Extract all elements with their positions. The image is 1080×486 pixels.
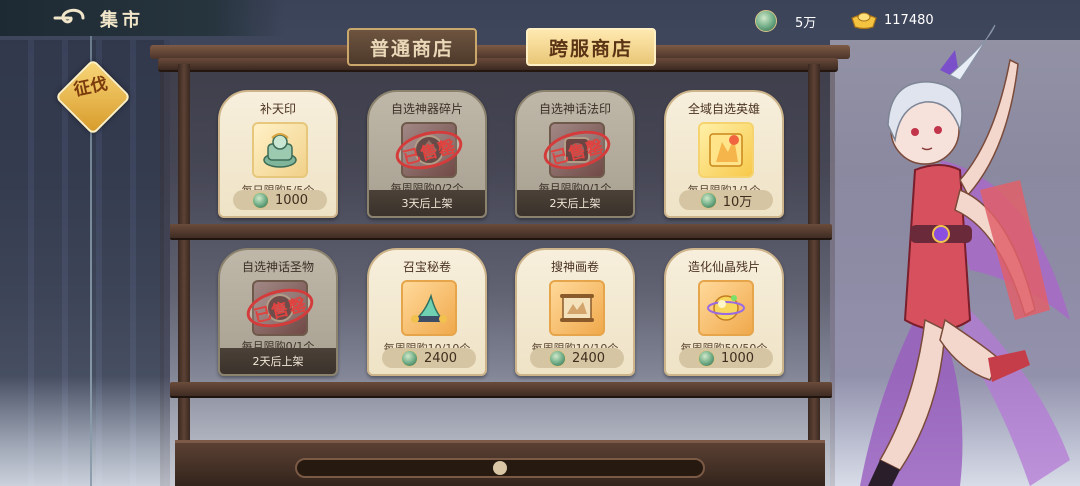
tab-cross-server-shop[interactable]: 跨服商店 (526, 28, 656, 66)
shop-item-card[interactable]: 自选神话法印 已售罄 每月限购0/1个 2天后上架 (515, 90, 635, 218)
item-name: 造化仙晶残片 (687, 260, 760, 274)
item-price-value: 1000 (720, 350, 755, 366)
item-name: 自选神话圣物 (241, 260, 314, 274)
item-restock-timer: 3天后上架 (369, 190, 485, 216)
shop-item-card[interactable]: 全域自选英雄 每月限购1/1个 10万 (664, 90, 784, 218)
jade-currency[interactable]: 5万 (755, 10, 816, 32)
shop-item-card[interactable]: 召宝秘卷 每周限购10/10个 2400 (367, 248, 487, 376)
jade-coin-icon (697, 349, 715, 367)
item-price-value: 2400 (571, 350, 606, 366)
item-name: 召宝秘卷 (402, 260, 451, 274)
shelf-plank-upper (170, 224, 832, 240)
shop-item-card[interactable]: 搜神画卷 每周限购10/10个 2400 (515, 248, 635, 376)
jade-seal-icon (252, 122, 308, 178)
shelf-post-left (178, 64, 190, 464)
item-price-value: 1000 (274, 192, 309, 208)
jade-coin-icon (699, 191, 717, 209)
back-swirl-icon[interactable] (52, 0, 88, 36)
item-restock-timer: 2天后上架 (517, 190, 633, 216)
jade-coin-icon (251, 191, 269, 209)
crystal-shard-icon (698, 280, 754, 336)
item-price[interactable]: 2400 (530, 348, 624, 368)
shop-item-card[interactable]: 自选神话圣物 已售罄 每月限购0/1个 2天后上架 (218, 248, 338, 376)
jade-coin-icon (400, 349, 418, 367)
shop-item-card[interactable]: 造化仙晶残片 每周限购50/50个 1000 (664, 248, 784, 376)
painting-scroll-icon (549, 280, 605, 336)
item-name: 全域自选英雄 (687, 102, 760, 116)
hero-selector-icon (698, 122, 754, 178)
shopkeeper-character (820, 20, 1080, 486)
jade-coin-icon (755, 10, 777, 32)
item-restock-timer: 2天后上架 (220, 348, 336, 374)
jade-currency-value: 5万 (795, 15, 817, 31)
page-title: 集市 (100, 10, 144, 31)
treasure-scroll-icon (401, 280, 457, 336)
tab-normal-shop[interactable]: 普通商店 (347, 28, 477, 66)
shelf-post-right (808, 64, 820, 464)
item-name: 搜神画卷 (550, 260, 599, 274)
item-name: 补天印 (259, 102, 296, 116)
shelf-scroll-knob[interactable] (493, 461, 507, 475)
shelf-top (158, 58, 838, 72)
item-name: 自选神话法印 (538, 102, 611, 116)
shelf-plank-lower (170, 382, 832, 398)
item-price[interactable]: 10万 (679, 190, 773, 210)
item-price-value: 2400 (423, 350, 458, 366)
shop-item-card[interactable]: 自选神器碎片 已售罄 每周限购0/2个 3天后上架 (367, 90, 487, 218)
shop-item-card[interactable]: 补天印 每日限购5/5个 1000 (218, 90, 338, 218)
shelf-top-cap (150, 45, 850, 59)
item-price[interactable]: 1000 (679, 348, 773, 368)
item-price[interactable]: 2400 (382, 348, 476, 368)
item-price-value: 10万 (722, 194, 753, 210)
item-name: 自选神器碎片 (390, 102, 463, 116)
item-price[interactable]: 1000 (233, 190, 327, 210)
jade-coin-icon (548, 349, 566, 367)
